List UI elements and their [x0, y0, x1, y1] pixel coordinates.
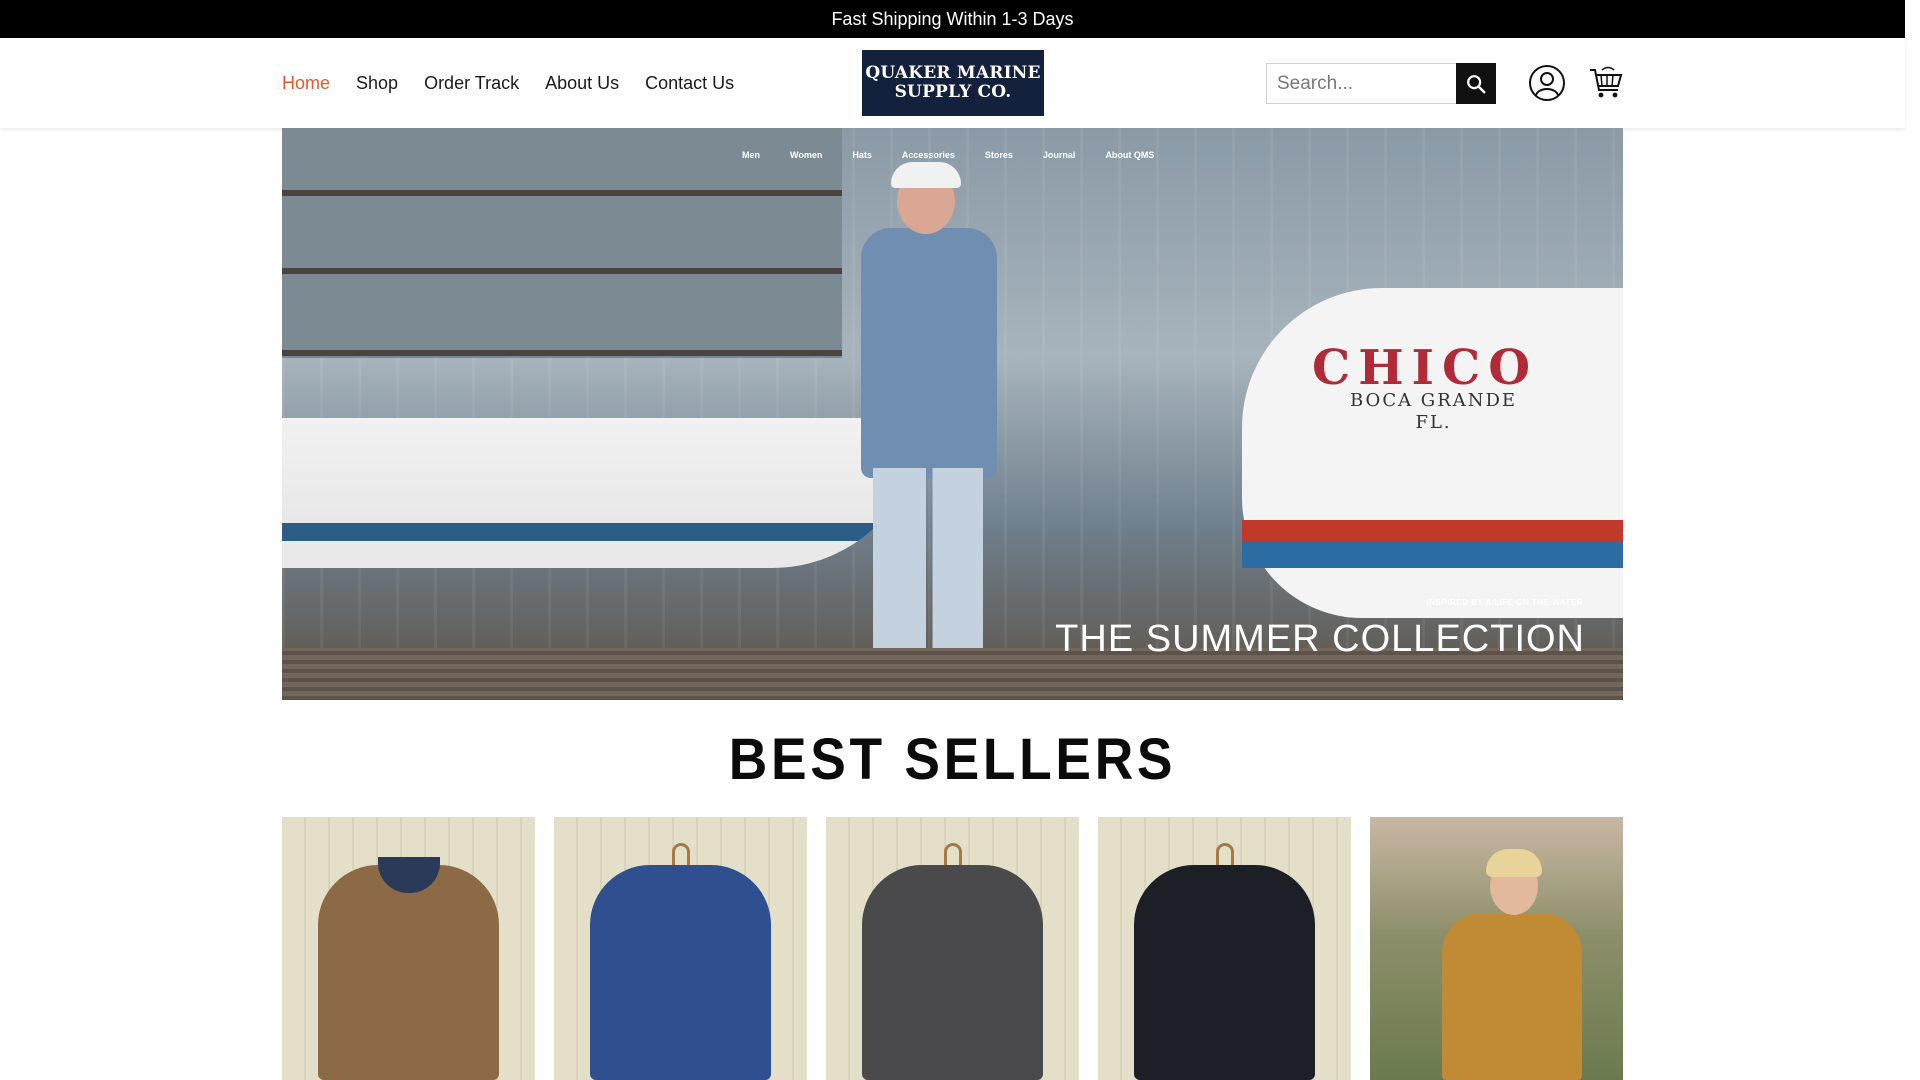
- boat-stripe-blue: [1242, 542, 1623, 568]
- best-sellers-heading: BEST SELLERS: [728, 727, 1177, 792]
- search-input[interactable]: [1266, 63, 1456, 104]
- logo-line-2: SUPPLY CO.: [894, 82, 1012, 102]
- hero-title: THE SUMMER COLLECTION: [1055, 618, 1585, 660]
- hero-nav-journal[interactable]: Journal: [1043, 150, 1076, 160]
- hero-boat-right: [1242, 288, 1623, 618]
- hero-tagline: INSPIRED BY A LIFE ON THE WATER: [1426, 598, 1583, 607]
- nav-contact-us[interactable]: Contact Us: [645, 73, 734, 94]
- search-button[interactable]: [1456, 63, 1496, 104]
- hanger-icon: [672, 843, 690, 867]
- search-bar: [1266, 63, 1496, 104]
- hero-nav-men[interactable]: Men: [742, 150, 760, 160]
- nav-order-track[interactable]: Order Track: [424, 73, 519, 94]
- hero-nav-women[interactable]: Women: [790, 150, 822, 160]
- model-hair: [1486, 849, 1542, 877]
- product-card[interactable]: [554, 817, 807, 1080]
- nav-shop[interactable]: Shop: [356, 73, 398, 94]
- hero-inner-nav: Men Women Hats Accessories Stores Journa…: [742, 150, 1154, 160]
- boat-name: CHICO: [1312, 340, 1539, 396]
- best-sellers-grid: [282, 817, 1623, 1080]
- site-logo[interactable]: QUAKER MARINE SUPPLY CO.: [862, 50, 1044, 116]
- user-circle-icon: [1529, 65, 1565, 101]
- model-jacket: [861, 228, 997, 478]
- boat-home-port: BOCA GRANDE FL.: [1350, 390, 1517, 434]
- hero-banner[interactable]: CHICO BOCA GRANDE FL. Men Women Hats Acc…: [282, 128, 1623, 700]
- nav-about-us[interactable]: About Us: [545, 73, 619, 94]
- shelf: [282, 350, 842, 356]
- product-card[interactable]: [826, 817, 1079, 1080]
- product-image-tweed-sport-coat: [318, 865, 499, 1080]
- nav-home[interactable]: Home: [282, 73, 330, 94]
- search-icon: [1467, 74, 1486, 93]
- product-image-charcoal-shirt-jacket: [862, 865, 1043, 1080]
- hero-shelves: [282, 128, 842, 358]
- model-cap: [891, 162, 961, 188]
- shopping-cart-icon: [1590, 66, 1623, 98]
- boat-home-line-1: BOCA GRANDE: [1350, 390, 1518, 411]
- hanger-icon: [944, 843, 962, 867]
- announcement-bar: Fast Shipping Within 1-3 Days: [0, 0, 1905, 38]
- shelf: [282, 268, 842, 274]
- site-header: Home Shop Order Track About Us Contact U…: [0, 38, 1905, 128]
- product-image-tan-field-jacket: [1442, 913, 1582, 1080]
- logo-line-1: QUAKER MARINE: [865, 63, 1041, 83]
- account-button[interactable]: [1528, 64, 1566, 102]
- main-nav: Home Shop Order Track About Us Contact U…: [282, 38, 734, 128]
- product-card[interactable]: [282, 817, 535, 1080]
- product-image-black-shirt-jacket: [1134, 865, 1315, 1080]
- hero-model: [847, 158, 1007, 700]
- hero-nav-stores[interactable]: Stores: [985, 150, 1013, 160]
- hero-nav-hats[interactable]: Hats: [852, 150, 872, 160]
- hero-nav-about-qms[interactable]: About QMS: [1105, 150, 1154, 160]
- hanger-icon: [1216, 843, 1234, 867]
- boat-home-line-2: FL.: [1415, 412, 1452, 433]
- cart-button[interactable]: [1588, 64, 1624, 100]
- hero-nav-accessories[interactable]: Accessories: [902, 150, 955, 160]
- product-card[interactable]: [1098, 817, 1351, 1080]
- product-card[interactable]: [1370, 817, 1623, 1080]
- shelf: [282, 190, 842, 196]
- hero-boat-left: [282, 418, 922, 568]
- announcement-text: Fast Shipping Within 1-3 Days: [831, 8, 1074, 29]
- product-image-navy-peacoat: [590, 865, 771, 1080]
- boat-stripe-red: [1242, 520, 1623, 542]
